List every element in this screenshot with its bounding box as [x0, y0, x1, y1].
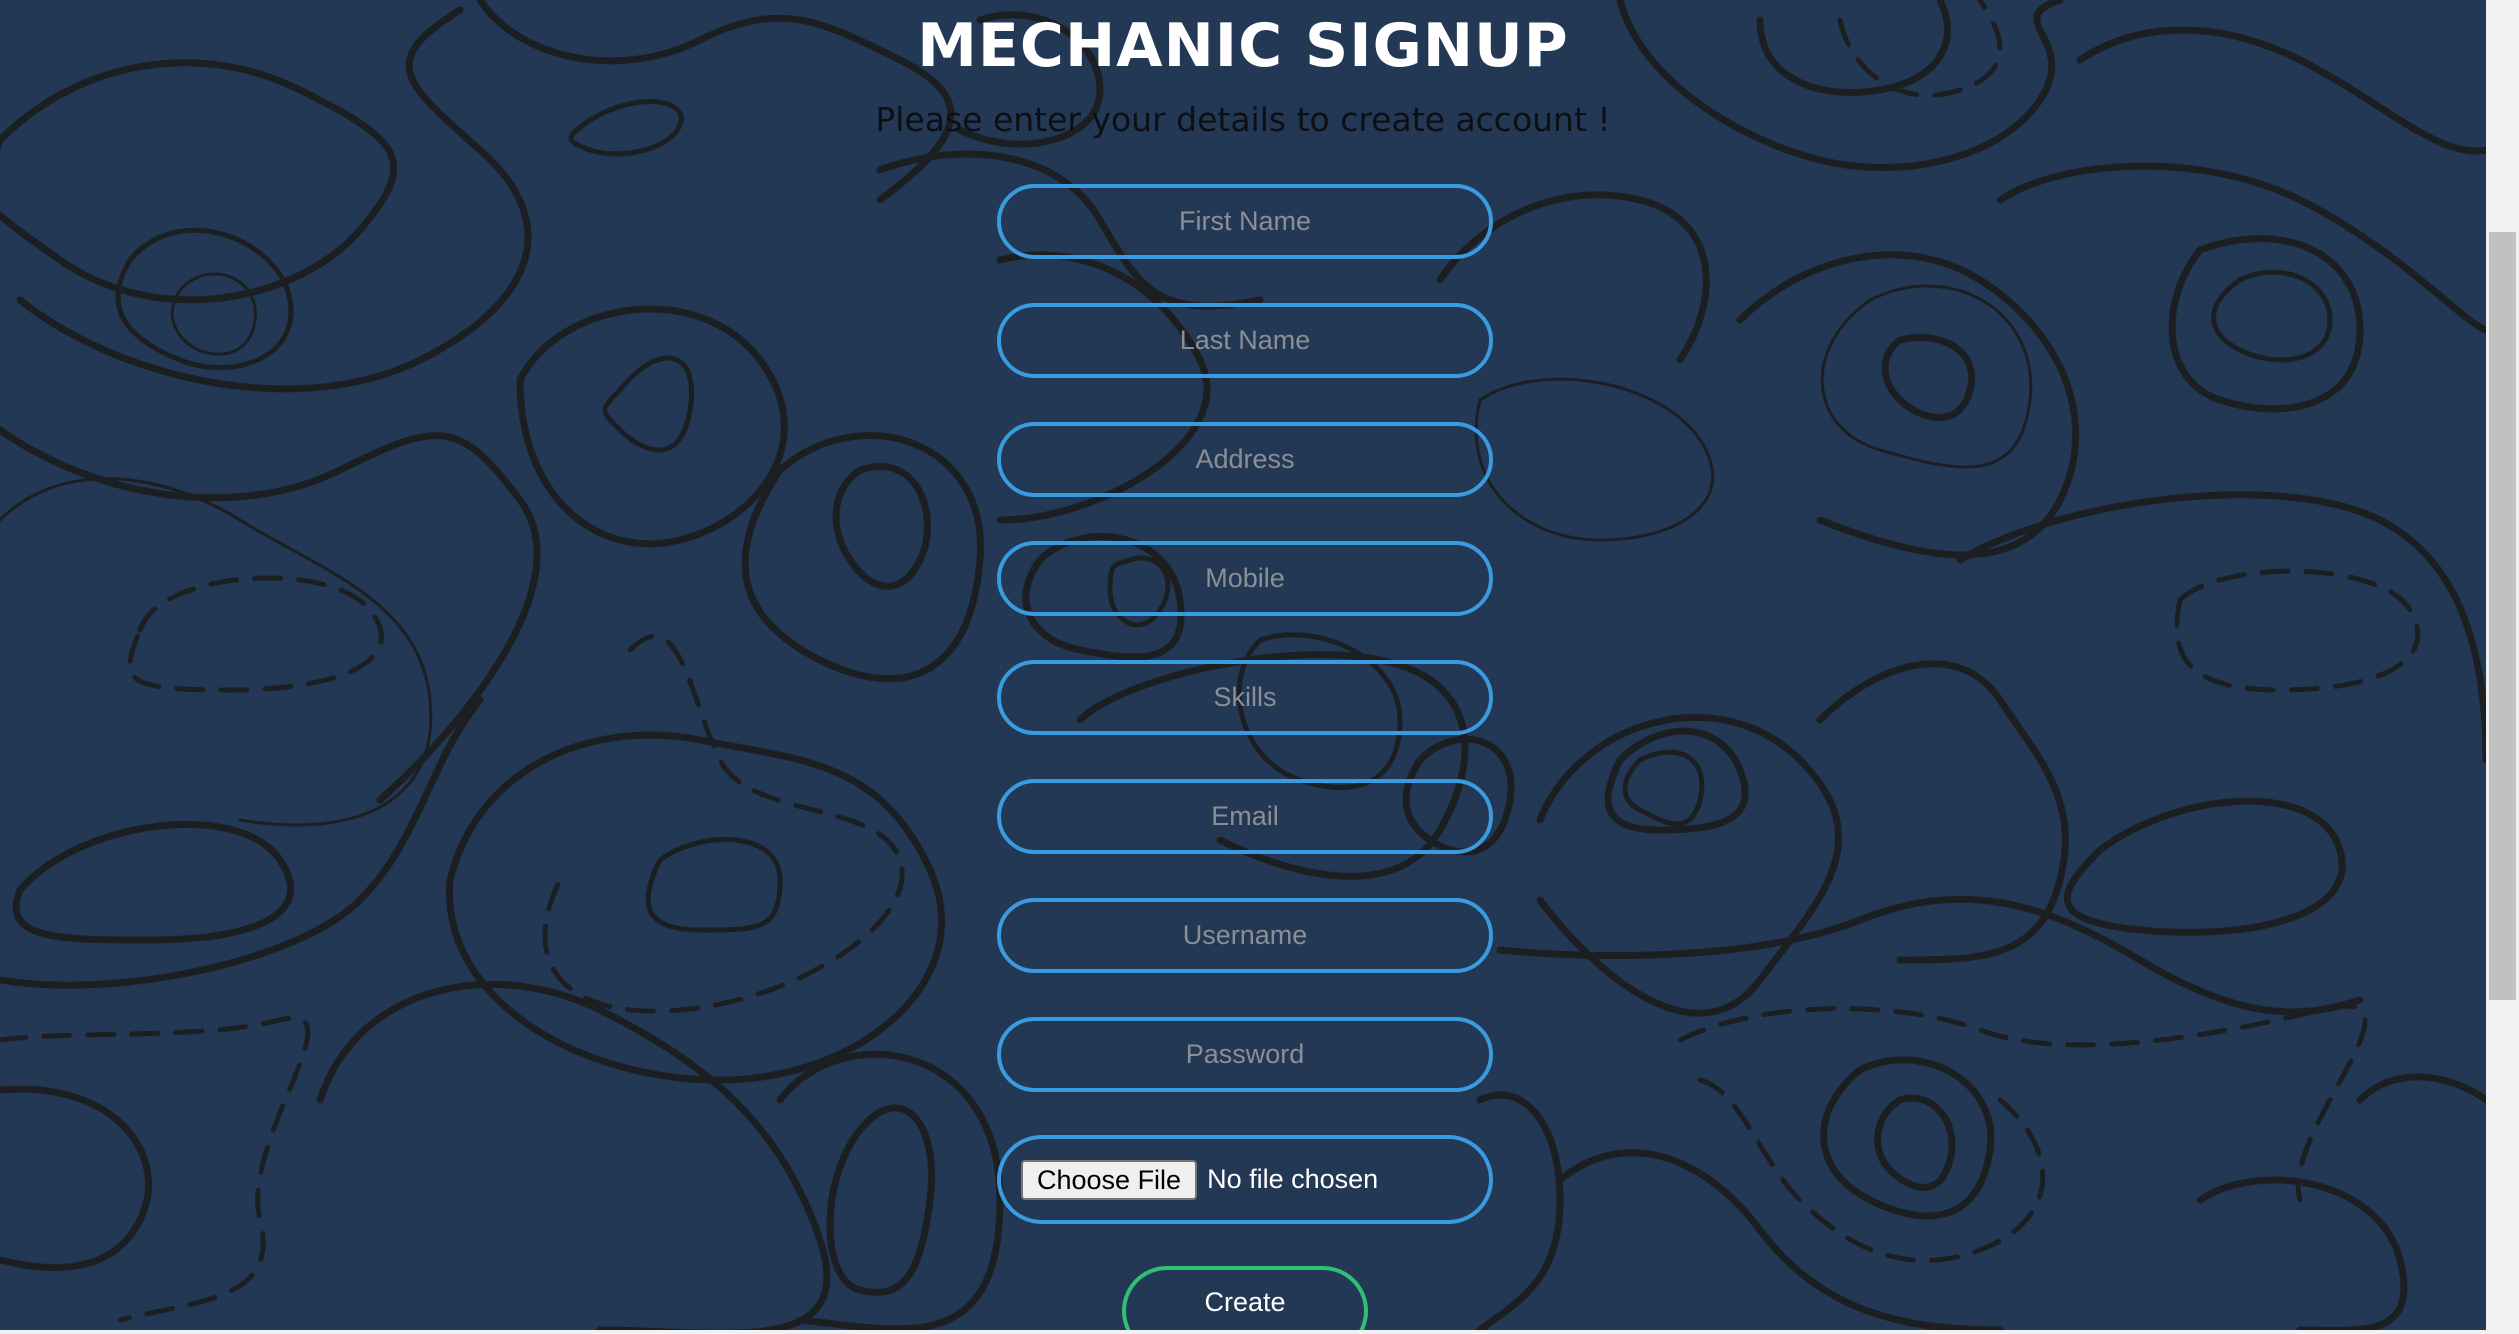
choose-file-button[interactable]: Choose File — [1021, 1159, 1198, 1200]
page-subtitle: Please enter your details to create acco… — [875, 100, 1611, 139]
bottom-edge-strip — [0, 1330, 2486, 1334]
username-input[interactable] — [997, 898, 1493, 973]
last-name-input[interactable] — [997, 303, 1493, 378]
page-viewport: MECHANIC SIGNUP Please enter your detail… — [0, 0, 2486, 1330]
first-name-input[interactable] — [997, 184, 1493, 259]
signup-form: MECHANIC SIGNUP Please enter your detail… — [0, 0, 2486, 1330]
create-button[interactable]: Create — [1122, 1266, 1368, 1330]
file-status-text: No file chosen — [1207, 1164, 1379, 1194]
password-input[interactable] — [997, 1017, 1493, 1092]
file-upload-field[interactable]: Choose File No file chosen — [997, 1135, 1493, 1224]
mobile-input[interactable] — [997, 541, 1493, 616]
page-title: MECHANIC SIGNUP — [917, 11, 1569, 81]
vertical-scrollbar[interactable] — [2486, 0, 2519, 1334]
email-input[interactable] — [997, 779, 1493, 854]
address-input[interactable] — [997, 422, 1493, 497]
scrollbar-thumb[interactable] — [2489, 232, 2516, 1000]
skills-input[interactable] — [997, 660, 1493, 735]
